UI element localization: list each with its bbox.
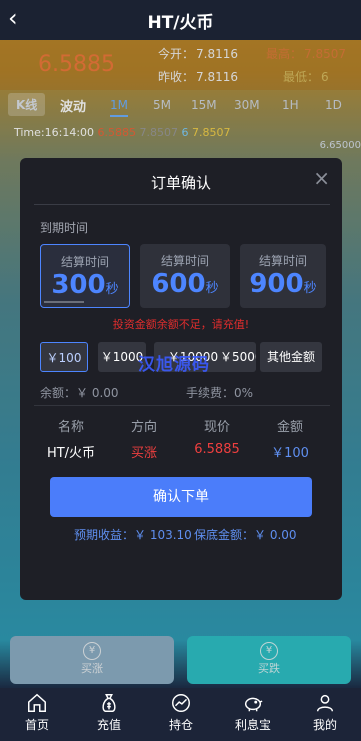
order-direction: 买涨	[130, 446, 157, 461]
order-amount: ￥100	[271, 446, 309, 461]
nav-interest[interactable]: 利息宝	[228, 692, 278, 733]
col-header-amount: 金额	[276, 420, 303, 435]
money-bag-icon	[102, 694, 116, 712]
divider	[34, 204, 330, 205]
close-icon[interactable]: ×	[313, 168, 330, 188]
col-header-price: 现价	[203, 420, 230, 435]
expiry-label: 到期时间	[40, 221, 89, 235]
amount-option-5000[interactable]: ￥5000	[220, 342, 256, 372]
divider	[34, 405, 330, 406]
nav-recharge[interactable]: 充值	[84, 692, 134, 733]
deposit-amount: 保底金额：￥ 0.00	[194, 528, 297, 542]
col-header-name: 名称	[57, 420, 84, 435]
modal-title: 订单确认	[150, 174, 211, 192]
col-header-direction: 方向	[130, 420, 157, 435]
duration-option-300[interactable]: 结算时间 300秒	[40, 244, 130, 308]
fee-text: 手续费：0%	[186, 386, 254, 400]
nav-profile[interactable]: 我的	[300, 692, 350, 733]
bottom-nav: 首页 充值 持仓 利息宝 我的	[0, 688, 361, 741]
amount-option-other[interactable]: 其他金额	[260, 342, 322, 372]
page-title: HT/火币	[147, 13, 214, 33]
piggy-bank-icon	[244, 697, 263, 712]
user-icon	[316, 694, 334, 712]
progress-bar	[44, 301, 84, 303]
balance-warning: 投资金额余额不足，请充值!	[112, 318, 250, 331]
duration-option-600[interactable]: 结算时间 600秒	[140, 244, 230, 308]
watermark-text: 汉旭源码	[138, 355, 210, 375]
nav-home[interactable]: 首页	[12, 692, 62, 733]
chart-circle-icon	[172, 694, 190, 712]
duration-option-900[interactable]: 结算时间 900秒	[240, 244, 326, 308]
order-confirm-modal: 订单确认 × 到期时间 结算时间 300秒 结算时间 600秒 结算时间 900…	[20, 158, 342, 600]
order-name: HT/火币	[46, 446, 96, 461]
balance-text: 余额：￥ 0.00	[40, 386, 119, 400]
home-icon	[28, 693, 46, 712]
expected-profit: 预期收益：￥ 103.10	[74, 528, 192, 542]
top-bar: ‹ HT/火币	[0, 0, 361, 40]
confirm-order-button[interactable]: 确认下单	[50, 477, 312, 517]
amount-option-100[interactable]: ￥100	[40, 342, 88, 372]
order-price: 6.5885	[194, 442, 240, 457]
nav-positions[interactable]: 持仓	[156, 692, 206, 733]
